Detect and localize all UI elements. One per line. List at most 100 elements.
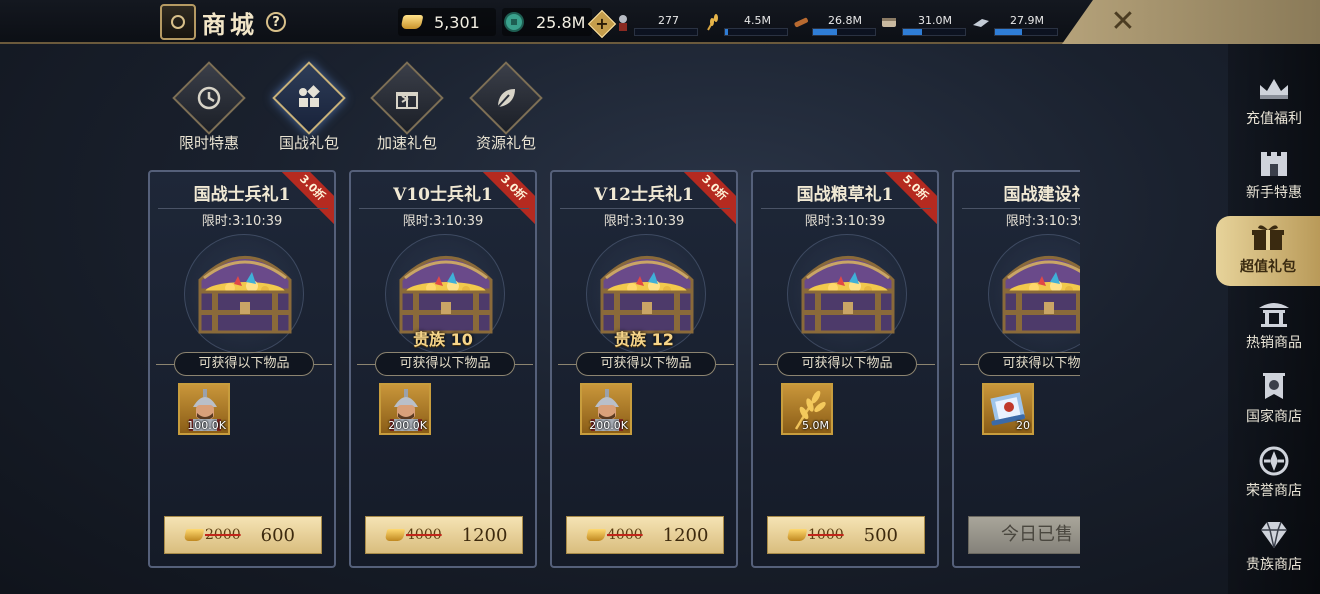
sidebar-item-newbie[interactable]: 新手特惠 [1228,142,1320,212]
obtain-label: 可获得以下物品 [174,352,314,376]
sidebar-item-label: 荣誉商店 [1246,483,1302,499]
obtain-label: 可获得以下物品 [978,352,1080,376]
sale-price: 1200 [662,524,709,546]
reward-quantity: 200.0K [388,419,427,432]
gold-amount: 5,301 [434,12,480,32]
treasure-chest-icon [190,240,300,340]
sidebar-item-label: 新手特惠 [1246,185,1302,201]
pavilion-icon [1254,296,1294,330]
packs-scroll-area[interactable]: 国战士兵礼1 3.0折 限时:3:10:39 可获得以下物品 100.0K 20… [148,168,1080,572]
obtain-label: 可获得以下物品 [576,352,716,376]
buy-button[interactable]: 4000 1200 [365,516,523,554]
treasure-chest-icon [793,240,903,340]
original-price: 4000 [406,527,442,543]
category-label: 限时特惠 [178,134,239,152]
reward-item[interactable]: 5.0M [781,383,833,435]
fortress-icon [1254,146,1294,180]
clock-icon [197,86,221,110]
treasure-chest-icon [592,240,702,340]
sidebar-item-honor[interactable]: 荣誉商店 [1228,440,1320,510]
buy-button[interactable]: 2000 600 [164,516,322,554]
recharge-plus-button[interactable]: + [587,9,617,39]
reward-quantity: 200.0K [589,419,628,432]
category-tab-resource[interactable]: 资源礼包 [465,61,547,153]
sold-out-button[interactable]: 今日已售 [968,516,1080,554]
sidebar-item-nation[interactable]: 国家商店 [1228,366,1320,436]
sidebar-item-label: 国家商店 [1246,409,1302,425]
top-bar: 商城 ? 5,301 25.8M + 277 4.5M 26.8M 31.0M … [0,0,1320,44]
pack-card[interactable]: 国战士兵礼1 3.0折 限时:3:10:39 可获得以下物品 100.0K 20… [148,170,336,568]
resource-soldier-value: 277 [658,14,679,27]
sidebar-item-label: 贵族商店 [1246,557,1302,573]
pack-card[interactable]: V12士兵礼1 3.0折 限时:3:10:39 贵族 12 可获得以下物品 20… [550,170,738,568]
stone-icon [882,18,896,27]
reward-item[interactable]: 100.0K [178,383,230,435]
pack-card[interactable]: 国战粮草礼1 5.0折 限时:3:10:39 可获得以下物品 5.0M 1000… [751,170,939,568]
gold-ingot-icon [400,15,424,29]
leaf-icon [497,89,515,108]
gift-box-icon [1248,220,1288,254]
shop-emblem-icon [160,4,196,40]
sidebar-item-value-packs[interactable]: 超值礼包 [1216,216,1320,286]
resource-wood[interactable]: 26.8M [792,10,878,36]
copper-currency: 25.8M [502,8,592,36]
top-right-banner [1062,0,1320,44]
reward-item[interactable]: 200.0K [379,383,431,435]
original-price: 2000 [205,527,241,543]
close-button[interactable]: ✕ [1106,6,1140,38]
gold-currency: 5,301 [398,8,496,36]
iron-icon [973,19,989,27]
sidebar-item-label: 超值礼包 [1240,259,1296,275]
resource-soldier[interactable]: 277 [614,10,700,36]
resource-stone-bar [902,28,966,36]
buy-button[interactable]: 1000 500 [767,516,925,554]
category-label: 国战礼包 [278,134,339,152]
resource-wood-bar [812,28,876,36]
resource-grain[interactable]: 4.5M [704,10,790,36]
banner-icon [1254,370,1294,404]
pack-card[interactable]: V10士兵礼1 3.0折 限时:3:10:39 贵族 10 可获得以下物品 20… [349,170,537,568]
pack-timer: 限时:3:10:39 [603,214,685,229]
category-tab-limited[interactable]: 限时特惠 [168,61,250,153]
gift-icon [396,92,418,109]
wood-icon [794,17,808,28]
original-price: 4000 [607,527,643,543]
sidebar-item-label: 充值福利 [1246,111,1302,127]
sidebar-item-hot[interactable]: 热销商品 [1228,292,1320,362]
pack-timer: 限时:3:10:39 [201,214,283,229]
pack-timer: 限时:3:10:39 [804,214,886,229]
gold-ingot-icon [786,529,808,541]
resource-iron-bar [994,28,1058,36]
reward-item[interactable]: 200.0K [580,383,632,435]
sale-price: 600 [260,524,295,546]
sidebar-item-label: 热销商品 [1246,335,1302,351]
vip-requirement: 贵族 10 [413,330,473,349]
category-tab-speedup[interactable]: 加速礼包 [366,61,448,153]
sale-price: 500 [863,524,898,546]
category-tab-war[interactable]: 国战礼包 [268,61,350,153]
pack-timer: 限时:3:10:39 [402,214,484,229]
pack-timer: 限时:3:10:39 [1005,214,1080,229]
honor-emblem-icon [1254,444,1294,478]
reward-quantity: 20 [1016,419,1030,432]
category-label: 资源礼包 [475,134,536,152]
sidebar-item-noble[interactable]: 贵族商店 [1228,514,1320,584]
sale-price: 1200 [461,524,508,546]
gold-ingot-icon [384,529,406,541]
soldier-icon [619,15,627,31]
reward-item[interactable]: 20 [982,383,1034,435]
treasure-chest-icon [994,240,1080,340]
buy-button[interactable]: 4000 1200 [566,516,724,554]
sidebar-item-recharge[interactable]: 充值福利 [1228,68,1320,138]
category-label: 加速礼包 [376,134,437,152]
pack-card[interactable]: 国战建设礼 限时:3:10:39 可获得以下物品 20 今日已售 [952,170,1080,568]
resource-grain-bar [724,28,788,36]
resource-wood-value: 26.8M [828,14,862,27]
resource-stone[interactable]: 31.0M [880,10,968,36]
crown-icon [1254,72,1294,106]
help-button[interactable]: ? [266,12,286,32]
diamond-icon [1254,518,1294,552]
page-title: 商城 [202,9,258,39]
reward-quantity: 100.0K [187,419,226,432]
resource-iron[interactable]: 27.9M [972,10,1060,36]
